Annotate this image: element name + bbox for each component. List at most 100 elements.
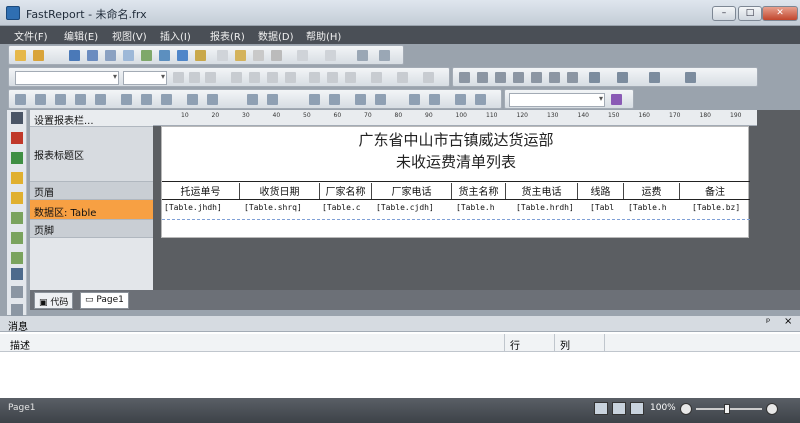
font-size-combo[interactable] <box>123 71 167 85</box>
open-icon[interactable] <box>33 50 44 61</box>
paste-icon[interactable] <box>253 50 264 61</box>
menu-view[interactable]: 视图(V) <box>112 28 147 43</box>
print-icon[interactable] <box>105 50 116 61</box>
header-cell[interactable]: 货主电话 <box>506 183 578 199</box>
center-horiz-icon[interactable] <box>247 94 258 105</box>
line-style-icon[interactable] <box>685 72 696 83</box>
valign-top-icon[interactable] <box>309 72 320 83</box>
close-panel-icon[interactable]: × <box>784 316 792 327</box>
shape-tool-icon[interactable] <box>11 172 23 184</box>
align-center-icon[interactable] <box>249 72 260 83</box>
barcode-tool-icon[interactable] <box>11 268 23 280</box>
tab-order-icon[interactable] <box>475 94 486 105</box>
shadow-icon[interactable] <box>567 72 578 83</box>
same-width-icon[interactable] <box>141 94 152 105</box>
line-width-icon[interactable] <box>649 72 660 83</box>
underline-icon[interactable] <box>205 72 216 83</box>
new-report-icon[interactable] <box>15 50 26 61</box>
report-title-line2[interactable]: 未收运费清单列表 <box>162 151 750 172</box>
justify-icon[interactable] <box>285 72 296 83</box>
menu-data[interactable]: 数据(D) <box>258 28 294 43</box>
matrix-tool-icon[interactable] <box>11 232 23 244</box>
picture-tool-icon[interactable] <box>11 152 23 164</box>
border-all-icon[interactable] <box>531 72 542 83</box>
menu-help[interactable]: 帮助(H) <box>306 28 341 43</box>
band-tool-icon[interactable] <box>11 192 23 204</box>
zoom-thumb[interactable] <box>724 404 730 414</box>
add-dialog-icon[interactable] <box>177 50 188 61</box>
zoom-in-icon[interactable] <box>766 403 778 415</box>
align-tops-icon[interactable] <box>75 94 86 105</box>
add-page-icon[interactable] <box>159 50 170 61</box>
tab-page1[interactable]: ▭ Page1 <box>80 292 129 309</box>
snap-icon[interactable] <box>429 94 440 105</box>
save-as-icon[interactable] <box>87 50 98 61</box>
select-tool-icon[interactable] <box>11 112 23 124</box>
copy-icon[interactable] <box>235 50 246 61</box>
save-icon[interactable] <box>69 50 80 61</box>
fill-color-icon[interactable] <box>589 72 600 83</box>
view-page-icon[interactable] <box>612 402 626 415</box>
close-button[interactable]: ✕ <box>762 6 798 21</box>
italic-icon[interactable] <box>189 72 200 83</box>
text-color-icon[interactable] <box>371 72 382 83</box>
tab-code[interactable]: ▣ 代码 <box>34 292 74 309</box>
border-right-icon[interactable] <box>513 72 524 83</box>
align-bottoms-icon[interactable] <box>121 94 132 105</box>
band-page-footer[interactable]: 页脚 <box>30 220 153 238</box>
same-height-icon[interactable] <box>161 94 172 105</box>
undo-icon[interactable] <box>297 50 308 61</box>
center-vert-icon[interactable] <box>267 94 278 105</box>
fit-grid-icon[interactable] <box>375 94 386 105</box>
col-column[interactable]: 列 <box>560 337 570 352</box>
format-painter-icon[interactable] <box>271 50 282 61</box>
rotate-icon[interactable] <box>423 72 434 83</box>
group-icon[interactable] <box>357 50 368 61</box>
header-cell[interactable]: 厂家名称 <box>320 183 372 199</box>
data-cell[interactable]: [Table.shrq] <box>242 203 320 217</box>
data-cell[interactable]: [Table.h <box>626 203 680 217</box>
checkbox-tool-icon[interactable] <box>11 304 23 316</box>
data-cell[interactable]: [Table.cjdh] <box>374 203 452 217</box>
data-cell[interactable]: [Table.hrdh] <box>514 203 578 217</box>
col-line[interactable]: 行 <box>510 337 520 352</box>
zoom-out-icon[interactable] <box>680 403 692 415</box>
data-cell[interactable]: [Table.bz] <box>690 203 748 217</box>
group-select-icon[interactable] <box>455 94 466 105</box>
align-right-icon[interactable] <box>267 72 278 83</box>
border-top-icon[interactable] <box>459 72 470 83</box>
page-setup-icon[interactable] <box>141 50 152 61</box>
space-horiz-icon[interactable] <box>187 94 198 105</box>
delete-page-icon[interactable] <box>195 50 206 61</box>
band-data[interactable]: 数据区: Table <box>30 200 153 220</box>
menu-edit[interactable]: 编辑(E) <box>64 28 98 43</box>
grid-align-icon[interactable] <box>355 94 366 105</box>
maximize-button[interactable]: □ <box>738 6 762 21</box>
more-tools-icon[interactable] <box>11 286 23 298</box>
align-lefts-icon[interactable] <box>15 94 26 105</box>
cut-icon[interactable] <box>217 50 228 61</box>
border-none-icon[interactable] <box>549 72 560 83</box>
highlight-icon[interactable] <box>397 72 408 83</box>
bold-icon[interactable] <box>173 72 184 83</box>
chart-tool-icon[interactable] <box>11 252 23 264</box>
view-width-icon[interactable] <box>630 402 644 415</box>
header-cell[interactable]: 托运单号 <box>162 183 240 199</box>
band-setup[interactable]: 设置报表栏... <box>30 110 153 127</box>
ungroup-icon[interactable] <box>379 50 390 61</box>
report-title-line1[interactable]: 广东省中山市古镇威达货运部 <box>162 129 750 150</box>
pin-icon[interactable]: ᵖ <box>766 317 770 328</box>
space-vert-icon[interactable] <box>207 94 218 105</box>
header-cell[interactable]: 备注 <box>680 183 750 199</box>
header-cell[interactable]: 收货日期 <box>240 183 320 199</box>
size-to-grid-icon[interactable] <box>409 94 420 105</box>
header-cell[interactable]: 运费 <box>624 183 680 199</box>
border-bottom-icon[interactable] <box>477 72 488 83</box>
text-tool-icon[interactable] <box>11 132 23 144</box>
minimize-button[interactable]: – <box>712 6 736 21</box>
table-tool-icon[interactable] <box>11 212 23 224</box>
menu-insert[interactable]: 插入(I) <box>160 28 191 43</box>
col-description[interactable]: 描述 <box>10 337 30 352</box>
send-back-icon[interactable] <box>329 94 340 105</box>
style-combo[interactable] <box>509 93 605 107</box>
